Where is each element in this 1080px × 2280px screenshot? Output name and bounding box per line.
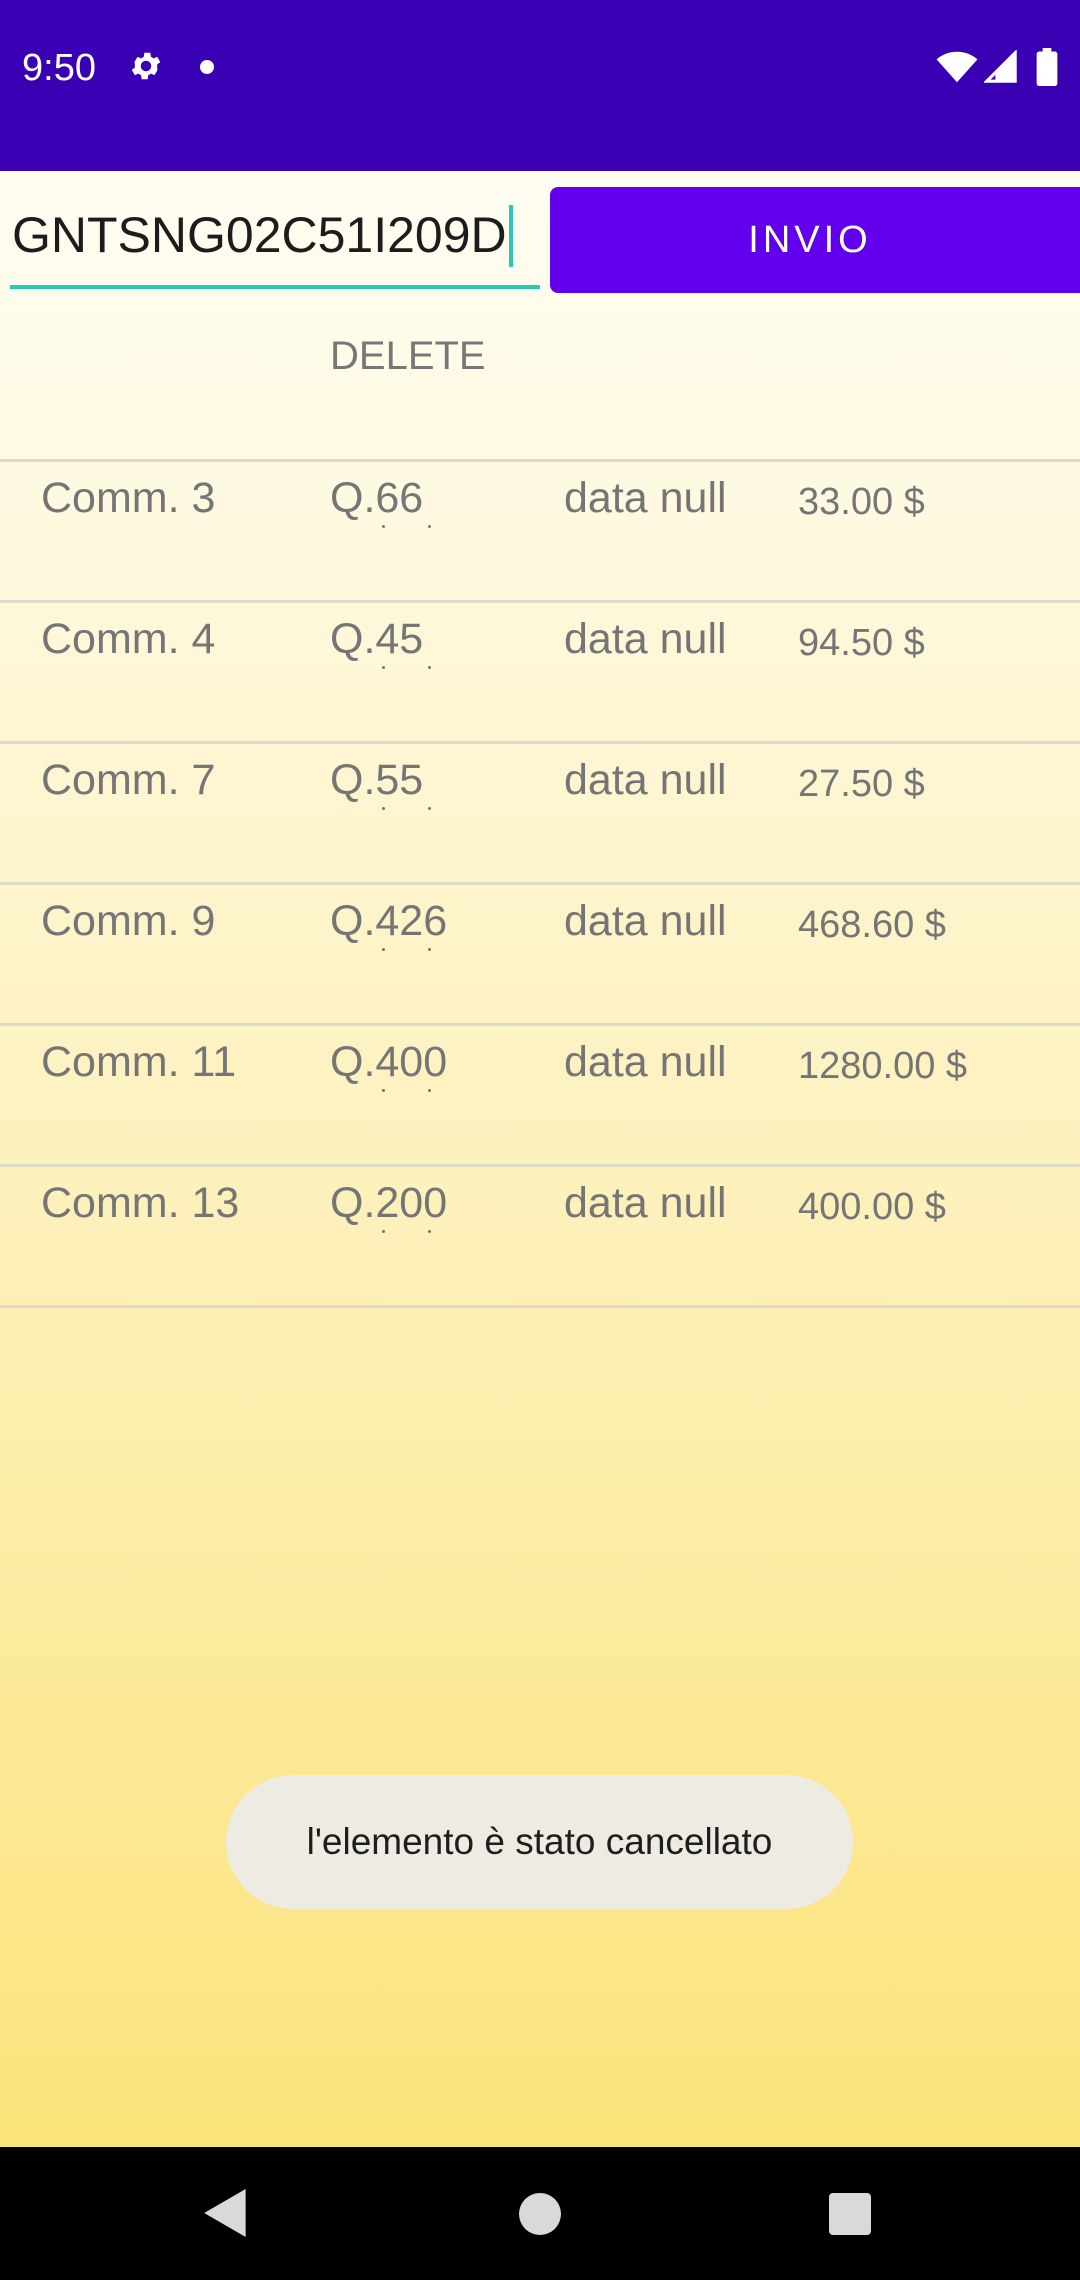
order-comm: Comm. 13: [41, 1179, 240, 1227]
navigation-bar: [0, 2147, 1080, 2280]
gear-icon: [131, 52, 161, 80]
qty-dots: [382, 1089, 432, 1095]
order-date: data null: [564, 1038, 727, 1086]
order-comm: Comm. 4: [41, 615, 216, 663]
notification-dot-icon: [200, 60, 214, 74]
qty-dots: [382, 525, 432, 531]
order-comm: Comm. 11: [41, 1038, 237, 1086]
order-price: 468.60 $: [798, 904, 946, 946]
list-item[interactable]: Comm. 7 Q.55 data null 27.50 $: [0, 741, 1080, 882]
order-qty: Q.66: [330, 474, 424, 522]
order-qty: Q.45: [330, 615, 424, 663]
qty-dots: [382, 948, 432, 954]
wifi-icon: [936, 51, 978, 83]
battery-icon: [1036, 48, 1058, 86]
order-comm: Comm. 9: [41, 897, 216, 945]
home-icon[interactable]: [519, 2193, 561, 2235]
list-item[interactable]: Comm. 11 Q.400 data null 1280.00 $: [0, 1023, 1080, 1164]
qty-dots: [382, 1230, 432, 1236]
order-date: data null: [564, 897, 727, 945]
list-item[interactable]: Comm. 4 Q.45 data null 94.50 $: [0, 600, 1080, 741]
order-comm: Comm. 3: [41, 474, 216, 522]
list-item[interactable]: Comm. 13 Q.200 data null 400.00 $: [0, 1164, 1080, 1305]
status-time: 9:50: [22, 47, 96, 89]
code-input-value-wrap: GNTSNG02C51I209D: [12, 205, 513, 267]
list-divider: [0, 1305, 1080, 1308]
list-item[interactable]: Comm. 3 Q.66 data null 33.00 $: [0, 459, 1080, 600]
list-item[interactable]: Comm. 9 Q.426 data null 468.60 $: [0, 882, 1080, 1023]
code-input-text: GNTSNG02C51I209D: [12, 207, 507, 263]
order-qty: Q.55: [330, 756, 424, 804]
order-qty: Q.426: [330, 897, 448, 945]
order-price: 94.50 $: [798, 622, 925, 664]
order-price: 400.00 $: [798, 1186, 946, 1228]
order-comm: Comm. 7: [41, 756, 216, 804]
order-qty: Q.400: [330, 1038, 448, 1086]
back-icon[interactable]: [204, 2189, 248, 2237]
order-price: 1280.00 $: [798, 1045, 968, 1087]
invio-button[interactable]: INVIO: [550, 187, 1080, 293]
code-input[interactable]: GNTSNG02C51I209D: [10, 171, 540, 289]
order-date: data null: [564, 756, 727, 804]
recents-icon[interactable]: [829, 2193, 871, 2235]
qty-dots: [382, 807, 432, 813]
order-price: 27.50 $: [798, 763, 925, 805]
toast-message: l'elemento è stato cancellato: [226, 1775, 853, 1909]
order-price: 33.00 $: [798, 481, 925, 523]
status-bar: 9:50: [0, 0, 1080, 171]
signal-icon: [984, 50, 1017, 83]
delete-button[interactable]: DELETE: [330, 331, 486, 381]
order-qty: Q.200: [330, 1179, 448, 1227]
qty-dots: [382, 666, 432, 672]
text-cursor: [508, 205, 513, 267]
order-date: data null: [564, 615, 727, 663]
order-date: data null: [564, 474, 727, 522]
order-date: data null: [564, 1179, 727, 1227]
